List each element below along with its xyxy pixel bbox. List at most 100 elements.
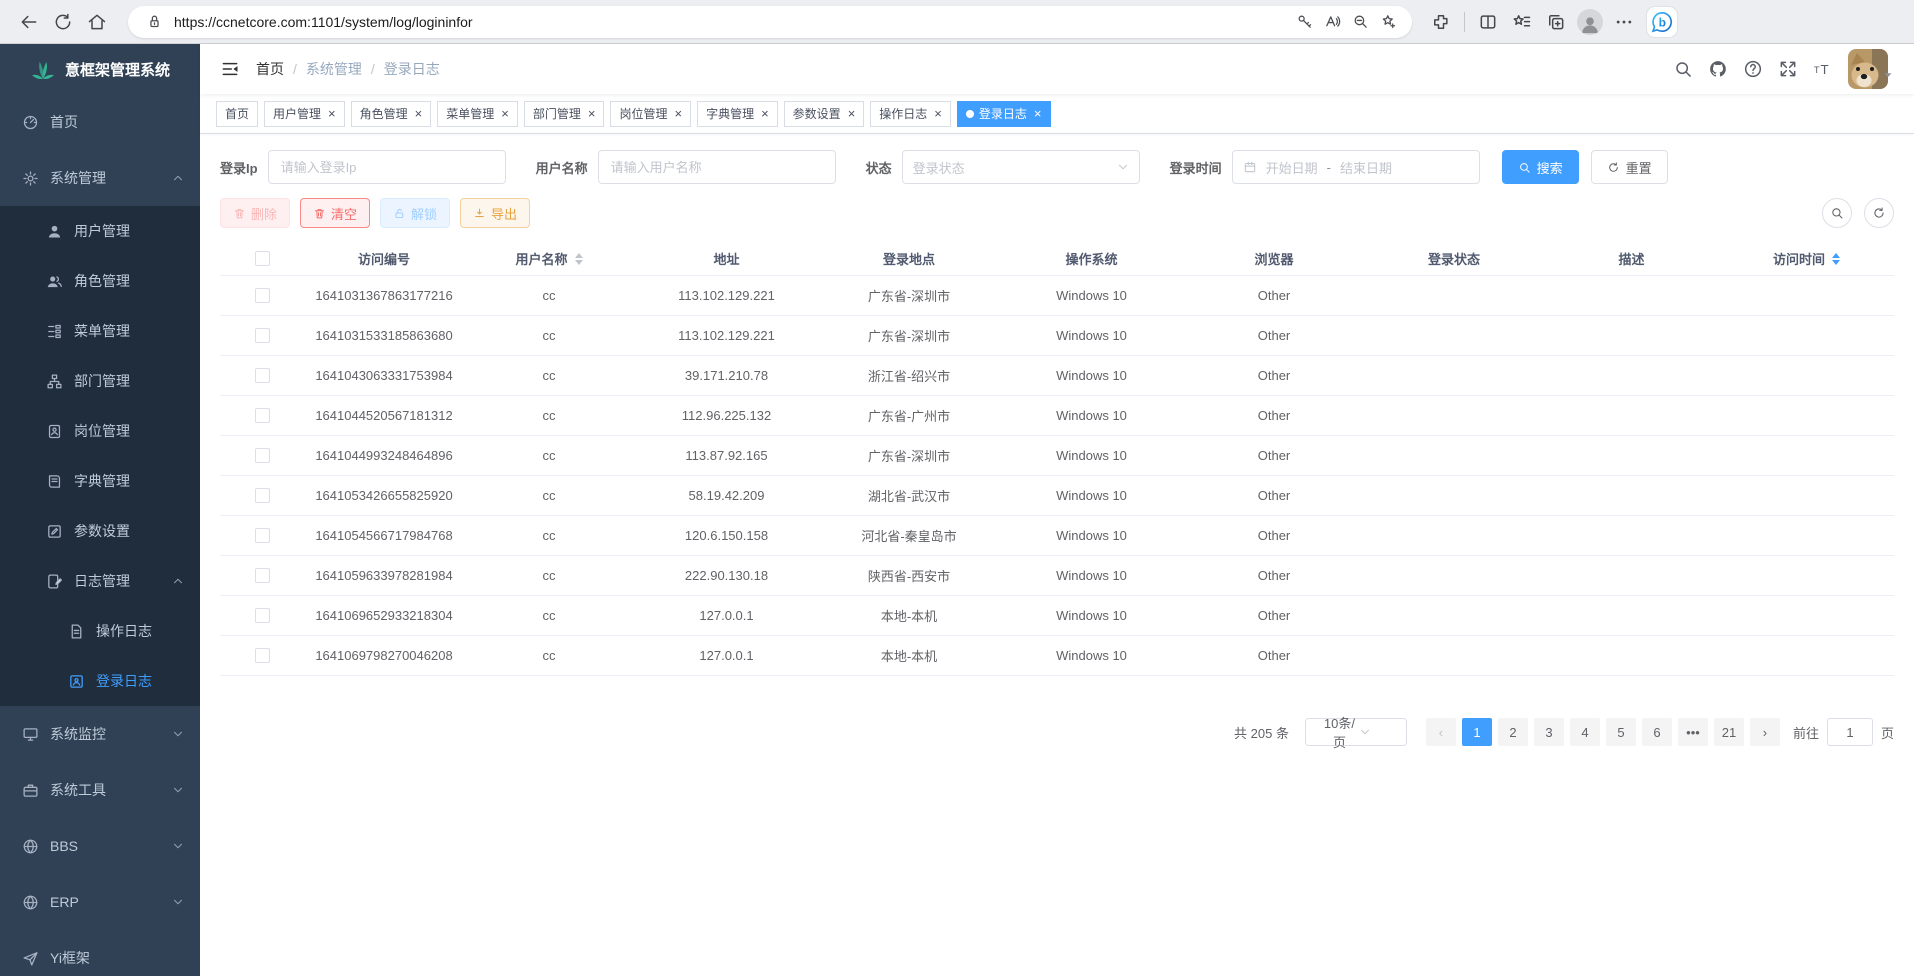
- sidebar-item-op-log[interactable]: 操作日志: [0, 606, 200, 656]
- sidebar-fold-icon[interactable]: [220, 59, 240, 79]
- page-button-6[interactable]: 6: [1642, 718, 1672, 746]
- select-all-checkbox[interactable]: [255, 251, 270, 266]
- jump-page-input[interactable]: [1827, 718, 1873, 746]
- read-aloud-icon[interactable]: [1318, 8, 1346, 36]
- tab-login-log[interactable]: 登录日志×: [957, 101, 1051, 127]
- unlock-button[interactable]: 解锁: [380, 198, 450, 228]
- sidebar-item-sys-monitor[interactable]: 系统监控: [0, 706, 200, 762]
- sort-caret-icon[interactable]: [575, 253, 583, 265]
- page-button-4[interactable]: 4: [1570, 718, 1600, 746]
- sidebar-item-yi-framework[interactable]: Yi框架: [0, 930, 200, 976]
- close-icon[interactable]: ×: [848, 107, 856, 120]
- status-select[interactable]: 登录状态: [902, 150, 1140, 184]
- sidebar-item-log-mgmt[interactable]: 日志管理: [0, 556, 200, 606]
- extensions-icon[interactable]: [1424, 5, 1458, 39]
- tab-user-mgmt[interactable]: 用户管理×: [264, 101, 345, 127]
- row-checkbox[interactable]: [255, 328, 270, 343]
- tab-menu-mgmt[interactable]: 菜单管理×: [437, 101, 518, 127]
- search-button[interactable]: 搜索: [1502, 150, 1579, 184]
- page-button-21[interactable]: 21: [1714, 718, 1744, 746]
- zoom-out-icon[interactable]: [1346, 8, 1374, 36]
- breadcrumb-item[interactable]: 系统管理: [306, 59, 362, 79]
- search-icon[interactable]: [1673, 59, 1693, 79]
- pager-ellipsis[interactable]: •••: [1678, 718, 1708, 746]
- fullscreen-icon[interactable]: [1778, 59, 1798, 79]
- sort-caret-icon[interactable]: [1832, 253, 1840, 265]
- close-icon[interactable]: ×: [1034, 107, 1042, 120]
- close-icon[interactable]: ×: [328, 107, 336, 120]
- tab-dept-mgmt[interactable]: 部门管理×: [524, 101, 605, 127]
- row-checkbox[interactable]: [255, 488, 270, 503]
- clear-button[interactable]: 清空: [300, 198, 370, 228]
- row-checkbox[interactable]: [255, 368, 270, 383]
- url-text[interactable]: https://ccnetcore.com:1101/system/log/lo…: [174, 14, 1290, 30]
- collections-icon[interactable]: [1539, 5, 1573, 39]
- sidebar-item-erp[interactable]: ERP: [0, 874, 200, 930]
- row-checkbox[interactable]: [255, 528, 270, 543]
- split-screen-icon[interactable]: [1471, 5, 1505, 39]
- page-button-5[interactable]: 5: [1606, 718, 1636, 746]
- sidebar-item-post-mgmt[interactable]: 岗位管理: [0, 406, 200, 456]
- row-checkbox[interactable]: [255, 408, 270, 423]
- table-refresh-button[interactable]: [1864, 198, 1894, 228]
- user-name-input[interactable]: [598, 150, 836, 184]
- delete-button[interactable]: 删除: [220, 198, 290, 228]
- tab-op-log[interactable]: 操作日志×: [870, 101, 951, 127]
- refresh-icon[interactable]: [46, 5, 80, 39]
- tab-dict-mgmt[interactable]: 字典管理×: [697, 101, 778, 127]
- row-checkbox[interactable]: [255, 568, 270, 583]
- question-icon[interactable]: [1743, 59, 1763, 79]
- row-checkbox[interactable]: [255, 648, 270, 663]
- sidebar-item-home[interactable]: 首页: [0, 94, 200, 150]
- page-button-3[interactable]: 3: [1534, 718, 1564, 746]
- sidebar-item-sys-tools[interactable]: 系统工具: [0, 762, 200, 818]
- browser-profile-avatar[interactable]: [1573, 5, 1607, 39]
- close-icon[interactable]: ×: [674, 107, 682, 120]
- close-icon[interactable]: ×: [761, 107, 769, 120]
- sidebar-item-dict-mgmt[interactable]: 字典管理: [0, 456, 200, 506]
- sidebar-item-role-mgmt[interactable]: 角色管理: [0, 256, 200, 306]
- column-header-time[interactable]: 访问时间: [1719, 249, 1894, 268]
- sidebar-item-menu-mgmt[interactable]: 菜单管理: [0, 306, 200, 356]
- back-icon[interactable]: [12, 5, 46, 39]
- close-icon[interactable]: ×: [934, 107, 942, 120]
- column-header-user[interactable]: 用户名称: [464, 249, 634, 268]
- page-button-2[interactable]: 2: [1498, 718, 1528, 746]
- tab-role-mgmt[interactable]: 角色管理×: [351, 101, 432, 127]
- sidebar-item-login-log[interactable]: 登录日志: [0, 656, 200, 706]
- row-checkbox[interactable]: [255, 608, 270, 623]
- sidebar-item-user-mgmt[interactable]: 用户管理: [0, 206, 200, 256]
- avatar-caret-down-icon[interactable]: [1882, 69, 1894, 81]
- sidebar-item-param-settings[interactable]: 参数设置: [0, 506, 200, 556]
- sidebar-item-bbs[interactable]: BBS: [0, 818, 200, 874]
- tab-param-settings[interactable]: 参数设置×: [784, 101, 865, 127]
- prev-page-button[interactable]: ‹: [1426, 718, 1456, 746]
- bing-chat-icon[interactable]: b: [1647, 7, 1677, 37]
- sidebar-item-dept-mgmt[interactable]: 部门管理: [0, 356, 200, 406]
- address-bar[interactable]: https://ccnetcore.com:1101/system/log/lo…: [128, 6, 1412, 38]
- row-checkbox[interactable]: [255, 288, 270, 303]
- close-icon[interactable]: ×: [415, 107, 423, 120]
- login-ip-input[interactable]: [268, 150, 506, 184]
- tab-home[interactable]: 首页: [216, 101, 258, 127]
- close-icon[interactable]: ×: [588, 107, 596, 120]
- table-search-button[interactable]: [1822, 198, 1852, 228]
- app-logo[interactable]: 意框架管理系统: [0, 44, 200, 94]
- home-icon[interactable]: [80, 5, 114, 39]
- tab-post-mgmt[interactable]: 岗位管理×: [610, 101, 691, 127]
- favorites-bar-icon[interactable]: [1505, 5, 1539, 39]
- page-size-select[interactable]: 10条/页: [1305, 718, 1407, 746]
- password-key-icon[interactable]: [1290, 8, 1318, 36]
- date-range-picker[interactable]: 开始日期 - 结束日期: [1232, 150, 1480, 184]
- text-size-icon[interactable]: TT: [1813, 59, 1833, 79]
- page-button-1[interactable]: 1: [1462, 718, 1492, 746]
- reset-button[interactable]: 重置: [1591, 150, 1668, 184]
- breadcrumb-item[interactable]: 首页: [256, 59, 284, 79]
- column-header-select[interactable]: [220, 251, 304, 266]
- browser-menu-ellipsis-icon[interactable]: [1607, 5, 1641, 39]
- next-page-button[interactable]: ›: [1750, 718, 1780, 746]
- export-button[interactable]: 导出: [460, 198, 530, 228]
- close-icon[interactable]: ×: [501, 107, 509, 120]
- add-favorite-icon[interactable]: [1374, 8, 1402, 36]
- github-icon[interactable]: [1708, 59, 1728, 79]
